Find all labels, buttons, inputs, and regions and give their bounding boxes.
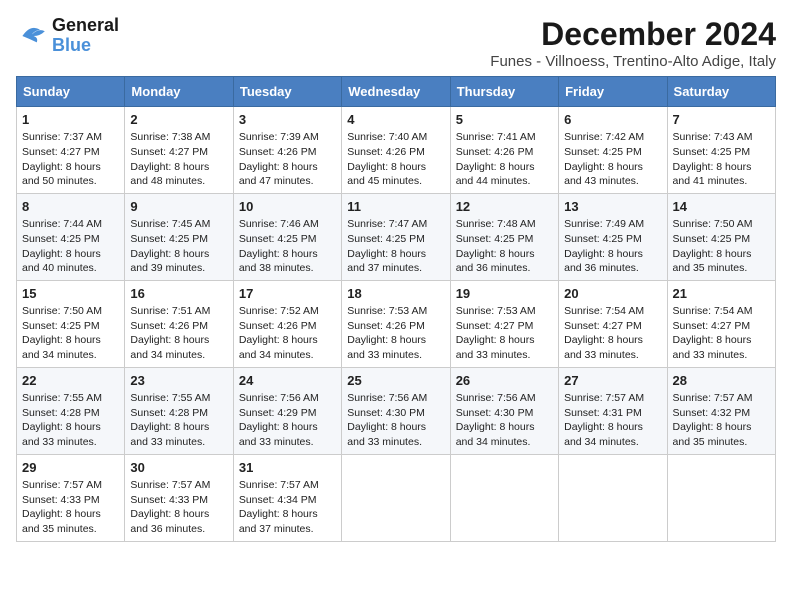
day-number: 31 xyxy=(239,459,336,477)
logo: General Blue xyxy=(16,16,119,56)
calendar-week-row: 29Sunrise: 7:57 AMSunset: 4:33 PMDayligh… xyxy=(17,454,776,541)
calendar-day-header: Monday xyxy=(125,77,233,107)
day-number: 8 xyxy=(22,198,119,216)
calendar-cell: 13Sunrise: 7:49 AMSunset: 4:25 PMDayligh… xyxy=(559,193,667,280)
calendar-cell: 31Sunrise: 7:57 AMSunset: 4:34 PMDayligh… xyxy=(233,454,341,541)
day-number: 3 xyxy=(239,111,336,129)
day-number: 11 xyxy=(347,198,444,216)
calendar-cell: 18Sunrise: 7:53 AMSunset: 4:26 PMDayligh… xyxy=(342,280,450,367)
calendar-cell: 2Sunrise: 7:38 AMSunset: 4:27 PMDaylight… xyxy=(125,107,233,194)
calendar-cell: 22Sunrise: 7:55 AMSunset: 4:28 PMDayligh… xyxy=(17,367,125,454)
calendar-cell xyxy=(559,454,667,541)
day-number: 13 xyxy=(564,198,661,216)
calendar-cell: 19Sunrise: 7:53 AMSunset: 4:27 PMDayligh… xyxy=(450,280,558,367)
calendar-day-header: Sunday xyxy=(17,77,125,107)
calendar-cell: 11Sunrise: 7:47 AMSunset: 4:25 PMDayligh… xyxy=(342,193,450,280)
calendar-day-header: Friday xyxy=(559,77,667,107)
day-number: 5 xyxy=(456,111,553,129)
calendar-cell: 4Sunrise: 7:40 AMSunset: 4:26 PMDaylight… xyxy=(342,107,450,194)
calendar-cell xyxy=(342,454,450,541)
calendar-header-row: SundayMondayTuesdayWednesdayThursdayFrid… xyxy=(17,77,776,107)
calendar-day-header: Tuesday xyxy=(233,77,341,107)
day-number: 25 xyxy=(347,372,444,390)
calendar-cell: 23Sunrise: 7:55 AMSunset: 4:28 PMDayligh… xyxy=(125,367,233,454)
day-number: 12 xyxy=(456,198,553,216)
day-number: 19 xyxy=(456,285,553,303)
day-number: 29 xyxy=(22,459,119,477)
calendar-cell: 30Sunrise: 7:57 AMSunset: 4:33 PMDayligh… xyxy=(125,454,233,541)
day-number: 24 xyxy=(239,372,336,390)
calendar-cell: 3Sunrise: 7:39 AMSunset: 4:26 PMDaylight… xyxy=(233,107,341,194)
day-number: 20 xyxy=(564,285,661,303)
day-number: 21 xyxy=(673,285,770,303)
day-number: 6 xyxy=(564,111,661,129)
calendar-cell xyxy=(667,454,775,541)
day-number: 22 xyxy=(22,372,119,390)
logo-icon xyxy=(16,20,48,52)
calendar-cell: 16Sunrise: 7:51 AMSunset: 4:26 PMDayligh… xyxy=(125,280,233,367)
calendar-cell: 27Sunrise: 7:57 AMSunset: 4:31 PMDayligh… xyxy=(559,367,667,454)
day-number: 4 xyxy=(347,111,444,129)
calendar-body: 1Sunrise: 7:37 AMSunset: 4:27 PMDaylight… xyxy=(17,107,776,542)
day-number: 7 xyxy=(673,111,770,129)
calendar-cell: 26Sunrise: 7:56 AMSunset: 4:30 PMDayligh… xyxy=(450,367,558,454)
day-number: 9 xyxy=(130,198,227,216)
calendar-week-row: 8Sunrise: 7:44 AMSunset: 4:25 PMDaylight… xyxy=(17,193,776,280)
day-number: 30 xyxy=(130,459,227,477)
day-number: 16 xyxy=(130,285,227,303)
day-number: 18 xyxy=(347,285,444,303)
logo-text: General Blue xyxy=(52,16,119,56)
calendar-cell: 24Sunrise: 7:56 AMSunset: 4:29 PMDayligh… xyxy=(233,367,341,454)
calendar-cell: 7Sunrise: 7:43 AMSunset: 4:25 PMDaylight… xyxy=(667,107,775,194)
calendar-cell: 21Sunrise: 7:54 AMSunset: 4:27 PMDayligh… xyxy=(667,280,775,367)
calendar-week-row: 1Sunrise: 7:37 AMSunset: 4:27 PMDaylight… xyxy=(17,107,776,194)
calendar-day-header: Thursday xyxy=(450,77,558,107)
calendar-cell xyxy=(450,454,558,541)
day-number: 17 xyxy=(239,285,336,303)
day-number: 26 xyxy=(456,372,553,390)
title-area: December 2024 Funes - Villnoess, Trentin… xyxy=(490,16,776,70)
calendar-cell: 5Sunrise: 7:41 AMSunset: 4:26 PMDaylight… xyxy=(450,107,558,194)
calendar-cell: 6Sunrise: 7:42 AMSunset: 4:25 PMDaylight… xyxy=(559,107,667,194)
calendar-table: SundayMondayTuesdayWednesdayThursdayFrid… xyxy=(16,76,776,542)
calendar-cell: 10Sunrise: 7:46 AMSunset: 4:25 PMDayligh… xyxy=(233,193,341,280)
calendar-cell: 14Sunrise: 7:50 AMSunset: 4:25 PMDayligh… xyxy=(667,193,775,280)
day-number: 15 xyxy=(22,285,119,303)
calendar-cell: 20Sunrise: 7:54 AMSunset: 4:27 PMDayligh… xyxy=(559,280,667,367)
calendar-week-row: 22Sunrise: 7:55 AMSunset: 4:28 PMDayligh… xyxy=(17,367,776,454)
calendar-cell: 28Sunrise: 7:57 AMSunset: 4:32 PMDayligh… xyxy=(667,367,775,454)
calendar-cell: 1Sunrise: 7:37 AMSunset: 4:27 PMDaylight… xyxy=(17,107,125,194)
calendar-cell: 12Sunrise: 7:48 AMSunset: 4:25 PMDayligh… xyxy=(450,193,558,280)
page-title: December 2024 xyxy=(490,16,776,53)
calendar-cell: 29Sunrise: 7:57 AMSunset: 4:33 PMDayligh… xyxy=(17,454,125,541)
day-number: 10 xyxy=(239,198,336,216)
day-number: 1 xyxy=(22,111,119,129)
calendar-cell: 15Sunrise: 7:50 AMSunset: 4:25 PMDayligh… xyxy=(17,280,125,367)
calendar-week-row: 15Sunrise: 7:50 AMSunset: 4:25 PMDayligh… xyxy=(17,280,776,367)
page-subtitle: Funes - Villnoess, Trentino-Alto Adige, … xyxy=(490,53,776,70)
calendar-day-header: Wednesday xyxy=(342,77,450,107)
calendar-cell: 17Sunrise: 7:52 AMSunset: 4:26 PMDayligh… xyxy=(233,280,341,367)
day-number: 28 xyxy=(673,372,770,390)
day-number: 2 xyxy=(130,111,227,129)
calendar-cell: 9Sunrise: 7:45 AMSunset: 4:25 PMDaylight… xyxy=(125,193,233,280)
day-number: 14 xyxy=(673,198,770,216)
day-number: 27 xyxy=(564,372,661,390)
day-number: 23 xyxy=(130,372,227,390)
calendar-day-header: Saturday xyxy=(667,77,775,107)
calendar-cell: 25Sunrise: 7:56 AMSunset: 4:30 PMDayligh… xyxy=(342,367,450,454)
page-header: General Blue December 2024 Funes - Villn… xyxy=(16,16,776,70)
calendar-cell: 8Sunrise: 7:44 AMSunset: 4:25 PMDaylight… xyxy=(17,193,125,280)
